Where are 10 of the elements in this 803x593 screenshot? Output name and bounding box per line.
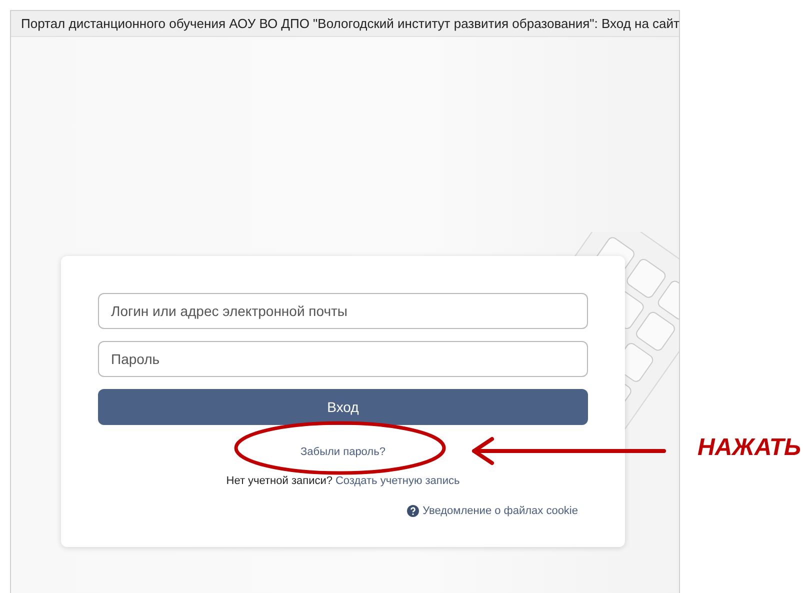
password-field[interactable]: Пароль [98, 341, 588, 377]
window-title: Портал дистанционного обучения АОУ ВО ДПО "Вологодский институт развития образования": Вход на сайт [11, 11, 679, 37]
signup-link[interactable]: Создать учетную запись [335, 475, 460, 487]
username-field[interactable]: Логин или адрес электронной почты [98, 293, 588, 329]
help-icon [406, 505, 419, 517]
cookie-notice-link[interactable]: Уведомление о файлах cookie [422, 505, 578, 517]
annotation-label: НАЖАТЬ [698, 434, 801, 462]
login-button[interactable]: Вход [98, 389, 588, 425]
signup-prompt: Нет учетной записи? [226, 475, 332, 487]
forgot-password-link[interactable]: Забыли пароль? [300, 446, 386, 458]
